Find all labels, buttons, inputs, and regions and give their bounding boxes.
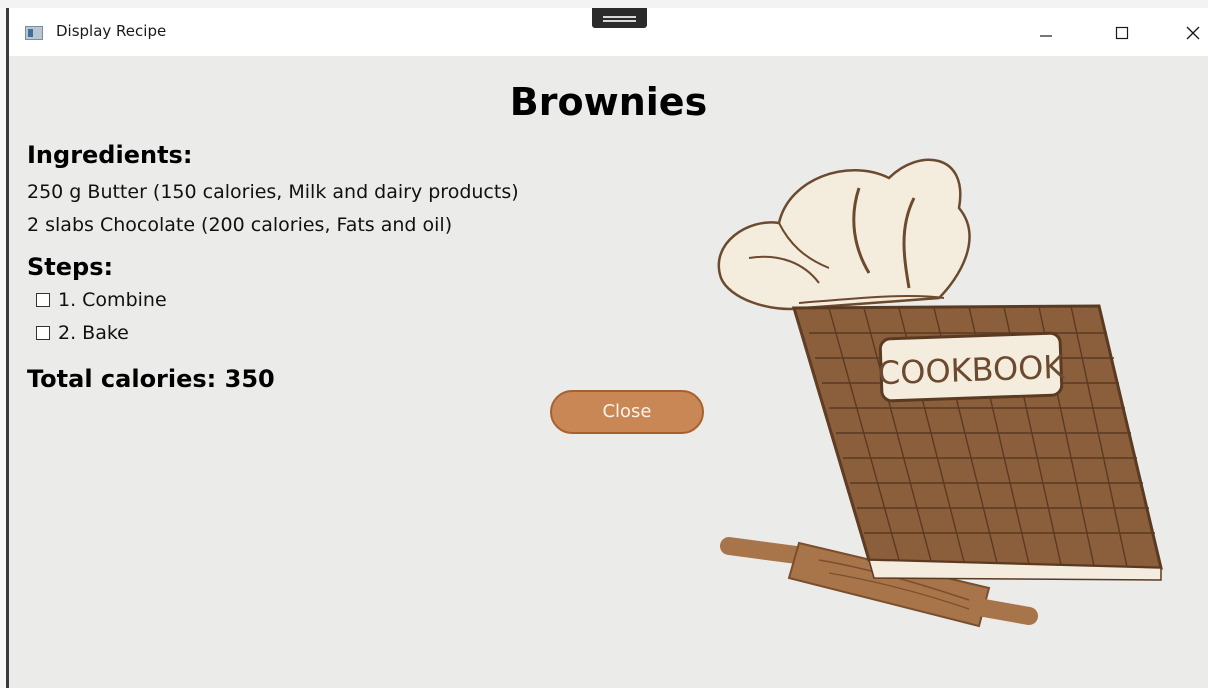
window-title: Display Recipe <box>56 22 167 40</box>
ingredient-item: 2 slabs Chocolate (200 calories, Fats an… <box>27 214 453 236</box>
cookbook-icon: COOKBOOK <box>791 304 1163 581</box>
display-recipe-window: Display Recipe Brownies Ingredients: 250… <box>9 8 1208 688</box>
snap-grip-handle[interactable] <box>592 8 647 28</box>
step-checkbox-bake[interactable]: 2. Bake <box>36 321 129 345</box>
checkbox[interactable] <box>36 326 50 340</box>
maximize-button[interactable] <box>1098 8 1144 56</box>
recipe-title: Brownies <box>509 80 708 124</box>
step-label: 2. Bake <box>58 322 129 344</box>
ingredients-heading: Ingredients: <box>27 141 193 169</box>
close-button[interactable]: Close <box>550 390 704 434</box>
step-checkbox-combine[interactable]: 1. Combine <box>36 288 167 312</box>
cookbook-illustration: COOKBOOK <box>717 158 1163 628</box>
total-calories: Total calories: 350 <box>27 365 275 393</box>
close-icon <box>1186 26 1200 40</box>
minimize-icon <box>1040 35 1052 37</box>
chef-hat-icon <box>717 158 971 311</box>
close-window-button[interactable] <box>1169 8 1208 56</box>
ingredient-item: 250 g Butter (150 calories, Milk and dai… <box>27 181 519 203</box>
app-window-icon <box>25 26 43 40</box>
cookbook-label: COOKBOOK <box>877 348 1066 393</box>
desktop-top-edge <box>0 0 1208 8</box>
title-bar[interactable]: Display Recipe <box>9 8 1208 56</box>
maximize-icon <box>1115 26 1129 40</box>
steps-heading: Steps: <box>27 253 114 281</box>
checkbox[interactable] <box>36 293 50 307</box>
step-label: 1. Combine <box>58 289 167 311</box>
minimize-button[interactable] <box>1022 8 1068 56</box>
window-left-edge <box>0 8 9 688</box>
